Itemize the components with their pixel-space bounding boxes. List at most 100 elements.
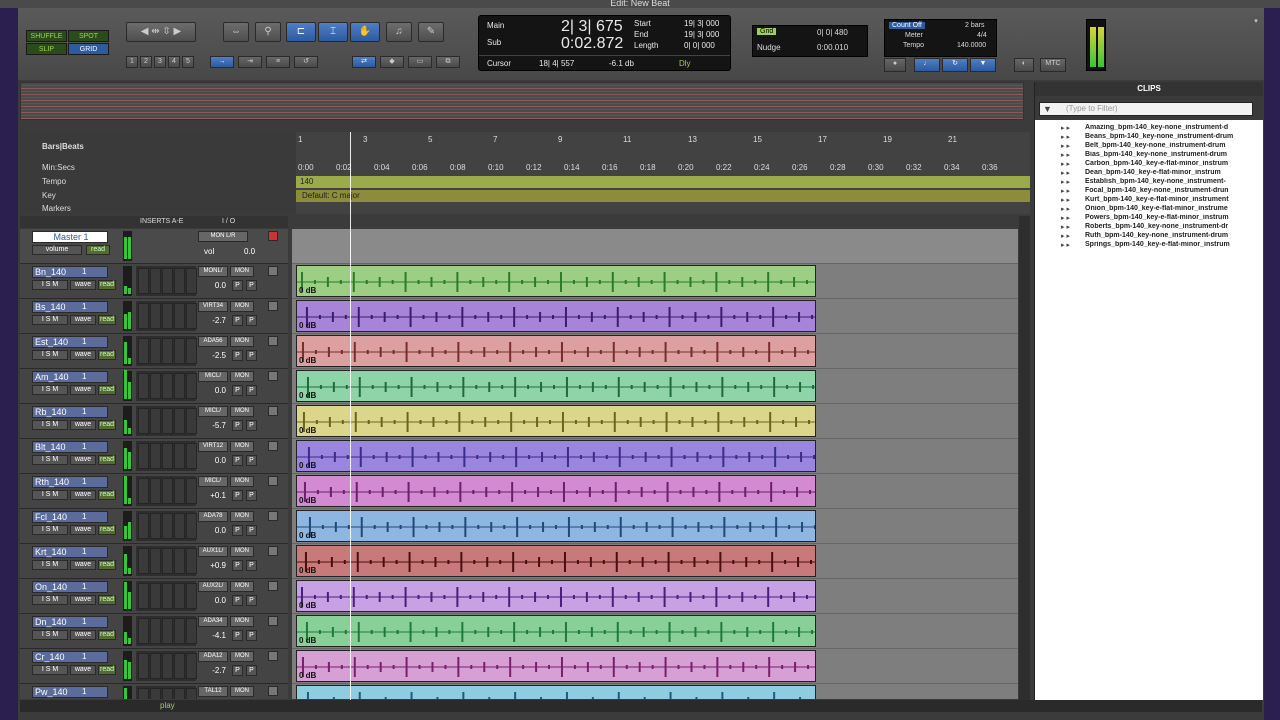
audio-clip[interactable]: 0 dB [296, 440, 816, 472]
track-output[interactable]: MON [230, 686, 254, 697]
track-view-selector[interactable]: wave [70, 315, 96, 325]
audio-clip[interactable]: 0 dB [296, 475, 816, 507]
zoom-preset-5[interactable]: 5 [182, 56, 194, 68]
track-automation-mode[interactable]: read [98, 385, 116, 395]
clip-list-item[interactable]: Focal_bpm-140_key-none_instrument-drun [1085, 187, 1255, 196]
track-name[interactable]: Cr_140 [32, 651, 108, 663]
track-ism-buttons[interactable]: I S M [32, 525, 68, 535]
track-name[interactable]: Dn_140 [32, 616, 108, 628]
clip-expand-icon[interactable]: ▸ ▸ [1061, 178, 1071, 187]
track-output[interactable]: MON [230, 476, 254, 487]
track-inserts[interactable] [136, 406, 197, 436]
zoom-preset-3[interactable]: 3 [154, 56, 166, 68]
track-ism-buttons[interactable]: I S M [32, 385, 68, 395]
audio-clip[interactable]: 0 dB [296, 650, 816, 682]
track-automation-mode[interactable]: read [98, 595, 116, 605]
grid-mode-button[interactable]: GRID [68, 43, 109, 55]
track-view-selector[interactable]: wave [70, 525, 96, 535]
track-input[interactable]: ADA12 [198, 651, 228, 662]
track-pan-left[interactable]: P [232, 560, 243, 571]
track-output[interactable]: MON [230, 511, 254, 522]
track-ism-buttons[interactable]: I S M [32, 560, 68, 570]
clip-list-item[interactable]: Establish_bpm-140_key-none_instrument- [1085, 178, 1255, 187]
track-inserts[interactable] [136, 266, 197, 296]
track-output[interactable]: MON [230, 301, 254, 312]
clip-expand-icon[interactable]: ▸ ▸ [1061, 124, 1071, 133]
track-options-icon[interactable] [268, 651, 278, 661]
track-volume[interactable]: 0.0 [198, 455, 228, 466]
audio-clip[interactable]: 0 dB [296, 510, 816, 542]
vertical-scrollbar[interactable] [1019, 216, 1030, 700]
track-volume[interactable]: +0.1 [198, 490, 228, 501]
track-ism-buttons[interactable]: I S M [32, 455, 68, 465]
track-input[interactable]: AUX1L/ [198, 546, 228, 557]
track-options-icon[interactable] [268, 371, 278, 381]
track-view-selector[interactable]: wave [70, 455, 96, 465]
zoom-controls[interactable]: ◀ ⇹ ⇳ ▶ [126, 22, 196, 42]
solo-button[interactable]: S [46, 631, 51, 638]
input-monitor-button[interactable]: I [42, 386, 44, 393]
track-inserts[interactable] [136, 371, 197, 401]
track-view-selector[interactable]: wave [70, 280, 96, 290]
audio-clip[interactable]: 0 dB [296, 545, 816, 577]
track-row[interactable]: Cr_140 1 I S Mwave read ADA12 MON -2.7 P P [20, 649, 288, 684]
track-pan-left[interactable]: P [232, 490, 243, 501]
clip-expand-icon[interactable]: ▸ ▸ [1061, 151, 1071, 160]
grid-nudge-panel[interactable]: Grid 0| 0| 480 Nudge 0:00.010 [752, 25, 868, 57]
window-options-icon[interactable]: ▾ [1250, 16, 1262, 28]
track-pan-left[interactable]: P [232, 385, 243, 396]
track-output[interactable]: MON [230, 266, 254, 277]
track-row[interactable]: Blt_140 1 I S Mwave read VIRT12 MON 0.0 P P [20, 439, 288, 474]
mtc-button[interactable]: MTC [1040, 58, 1066, 72]
track-pan-right[interactable]: P [246, 560, 257, 571]
track-pan-left[interactable]: P [232, 280, 243, 291]
mute-button[interactable]: M [52, 666, 58, 673]
track-volume[interactable]: -2.7 [198, 315, 228, 326]
clip-expand-icon[interactable]: ▸ ▸ [1061, 223, 1071, 232]
clip-list-item[interactable]: Powers_bpm-140_key-e-flat-minor_instrum [1085, 214, 1255, 223]
clip-gain-label[interactable]: 0 dB [299, 426, 316, 435]
track-input[interactable]: MICL/ [198, 476, 228, 487]
track-input[interactable]: MONL/ [198, 266, 228, 277]
track-pan-left[interactable]: P [232, 595, 243, 606]
clip-gain-label[interactable]: 0 dB [299, 391, 316, 400]
track-automation-mode[interactable]: read [98, 560, 116, 570]
track-pan-left[interactable]: P [232, 455, 243, 466]
mute-button[interactable]: M [52, 631, 58, 638]
track-pan-left[interactable]: P [232, 525, 243, 536]
slip-mode-button[interactable]: SLIP [26, 43, 67, 55]
input-monitor-button[interactable]: I [42, 491, 44, 498]
clip-gain-label[interactable]: 0 dB [299, 636, 316, 645]
track-automation-mode[interactable]: read [98, 315, 116, 325]
master-lane[interactable] [292, 229, 1018, 264]
nudge-value[interactable]: 0:00.010 [817, 43, 848, 52]
input-monitor-button[interactable]: I [42, 281, 44, 288]
track-row[interactable]: Est_140 1 I S Mwave read ADA56 MON -2.5 P P [20, 334, 288, 369]
clip-gain-label[interactable]: 0 dB [299, 671, 316, 680]
track-output[interactable]: MON [230, 651, 254, 662]
track-row[interactable]: Rth_140 1 I S Mwave read MICL/MON +0.1 P P [20, 474, 288, 509]
track-output[interactable]: MON [230, 581, 254, 592]
track-volume[interactable]: 0.0 [198, 385, 228, 396]
key-lane[interactable]: Default: C major [296, 190, 1030, 202]
clip-list-item[interactable]: Dean_bpm-140_key-e-flat-minor_instrum [1085, 169, 1255, 178]
universe-overview[interactable] [20, 82, 1024, 120]
track-options-icon[interactable] [268, 616, 278, 626]
track-inserts[interactable] [136, 476, 197, 506]
mute-button[interactable]: M [52, 421, 58, 428]
master-output[interactable]: MON L/R [198, 231, 248, 242]
track-options-icon[interactable] [268, 336, 278, 346]
master-track-name[interactable]: Master 1 [32, 231, 108, 243]
mute-button[interactable]: M [52, 386, 58, 393]
timeline-rulers[interactable]: Bars|Beats Min:Secs Tempo Key Markers 13… [20, 132, 1030, 214]
track-inserts[interactable] [136, 301, 197, 331]
track-lane[interactable]: 0 dB [292, 684, 1018, 699]
solo-button[interactable]: S [46, 596, 51, 603]
track-pan-right[interactable]: P [246, 455, 257, 466]
clip-gain-label[interactable]: 0 dB [299, 566, 316, 575]
track-name[interactable]: Am_140 [32, 371, 108, 383]
track-lane[interactable]: 0 dB [292, 369, 1018, 404]
track-lane[interactable]: 0 dB [292, 474, 1018, 509]
count-off-label[interactable]: Count Off [889, 22, 925, 29]
clip-focus-icon[interactable]: ⧉ [436, 56, 460, 68]
